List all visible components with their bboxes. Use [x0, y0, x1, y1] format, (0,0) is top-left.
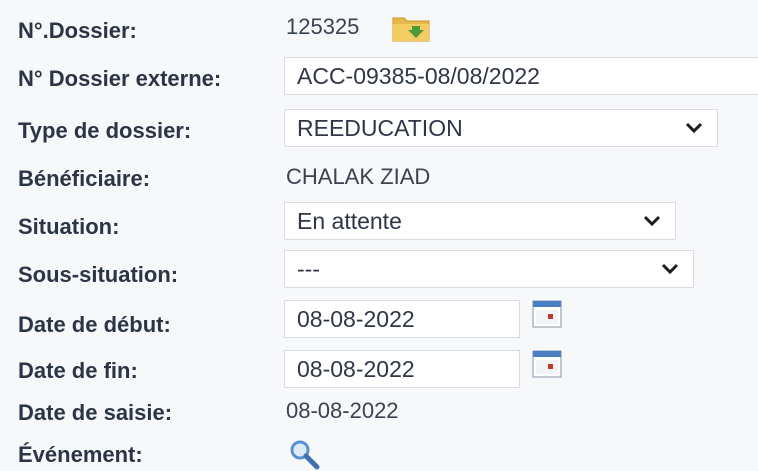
sub-situation-select[interactable]: ---: [284, 250, 694, 288]
situation-label: Situation:: [18, 214, 120, 239]
folder-icon[interactable]: [392, 12, 430, 42]
start-date-input[interactable]: 08-08-2022: [284, 300, 520, 338]
start-date-label: Date de début:: [18, 312, 171, 337]
chevron-down-icon: [685, 122, 703, 134]
calendar-icon[interactable]: [532, 350, 562, 378]
entry-date-value: 08-08-2022: [286, 398, 399, 423]
sub-situation-selected: ---: [297, 256, 320, 282]
event-label: Événement:: [18, 442, 143, 467]
beneficiary-value: CHALAK ZIAD: [286, 164, 431, 189]
magnifier-icon[interactable]: [288, 438, 322, 470]
beneficiary-label: Bénéficiaire:: [18, 166, 151, 191]
situation-selected: En attente: [297, 208, 402, 234]
end-date-label: Date de fin:: [18, 358, 138, 383]
chevron-down-icon: [643, 215, 661, 227]
chevron-down-icon: [661, 263, 679, 275]
entry-date-label: Date de saisie:: [18, 400, 173, 425]
dossier-form: N°.Dossier: 125325 N° Dossier externe: A…: [0, 0, 758, 471]
dossier-number-label: N°.Dossier:: [18, 18, 137, 43]
dossier-type-select[interactable]: REEDUCATION: [284, 109, 718, 147]
situation-select[interactable]: En attente: [284, 202, 676, 240]
calendar-icon[interactable]: [532, 300, 562, 328]
end-date-input[interactable]: 08-08-2022: [284, 350, 520, 388]
dossier-type-selected: REEDUCATION: [297, 115, 463, 141]
sub-situation-label: Sous-situation:: [18, 262, 179, 287]
external-dossier-label: N° Dossier externe:: [18, 66, 222, 91]
dossier-type-label: Type de dossier:: [18, 118, 192, 143]
dossier-number-value: 125325: [286, 14, 360, 39]
external-dossier-input[interactable]: ACC-09385-08/08/2022: [284, 57, 758, 95]
